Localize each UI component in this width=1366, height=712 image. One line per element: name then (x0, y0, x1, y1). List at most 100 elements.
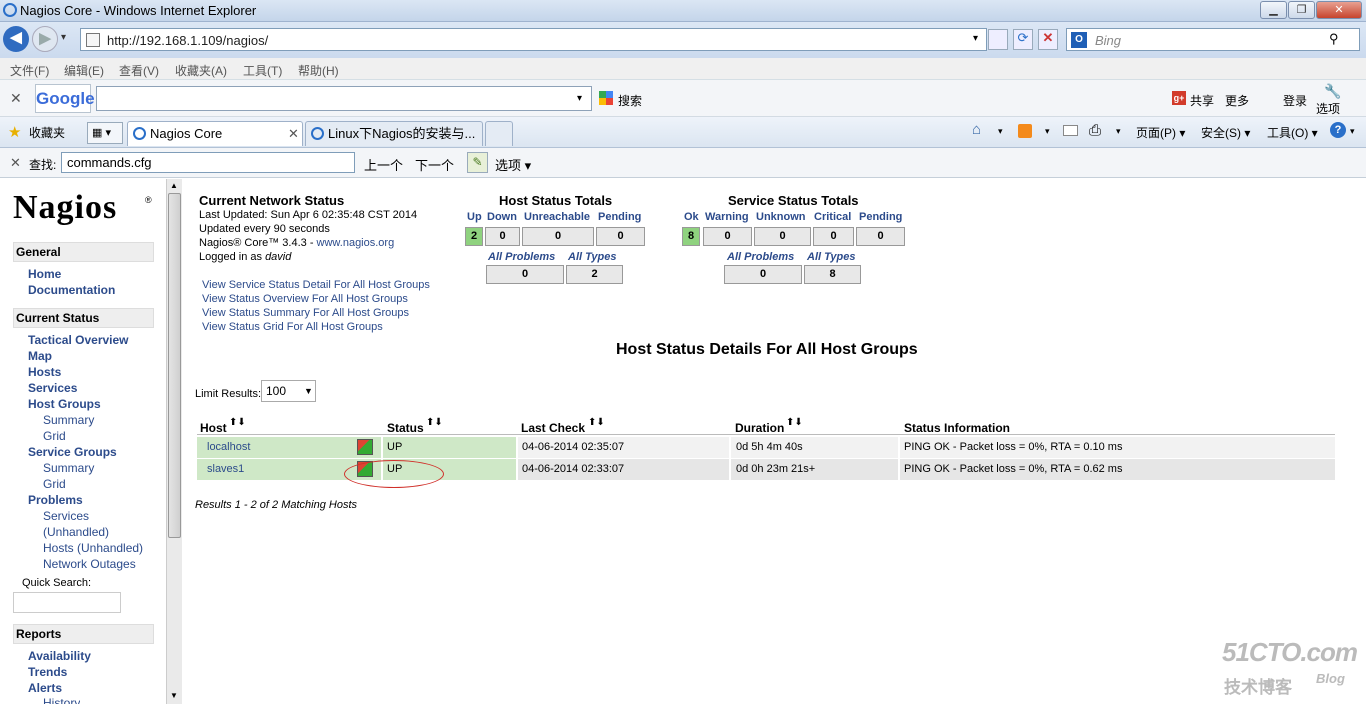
refresh-icon[interactable]: ⟳ (1013, 29, 1033, 50)
host-unreachable-count[interactable]: 0 (522, 227, 594, 246)
link-status-overview[interactable]: View Status Overview For All Host Groups (202, 293, 408, 305)
host-up-label[interactable]: Up (467, 211, 482, 223)
share-button[interactable]: 共享 (1190, 92, 1214, 109)
sort-arrows-icon[interactable]: ⬆⬇ (229, 417, 246, 428)
nav-alerts[interactable]: Alerts (28, 681, 62, 695)
host-pending-label[interactable]: Pending (598, 211, 641, 223)
limit-results-select[interactable]: 100 ▼ (261, 380, 316, 402)
nav-documentation[interactable]: Documentation (28, 283, 115, 297)
service-all-types-label[interactable]: All Types (807, 251, 856, 263)
service-warning-label[interactable]: Warning (705, 211, 749, 223)
link-status-summary[interactable]: View Status Summary For All Host Groups (202, 307, 409, 319)
favorites-button[interactable]: 收藏夹 (29, 124, 65, 141)
close-find-icon[interactable]: ✕ (10, 155, 21, 171)
find-input[interactable]: commands.cfg (61, 152, 355, 173)
host-pending-count[interactable]: 0 (596, 227, 645, 246)
host-link[interactable]: slaves1 (207, 463, 244, 475)
nav-service-groups[interactable]: Service Groups (28, 445, 117, 459)
host-all-problems-count[interactable]: 0 (486, 265, 564, 284)
service-warning-count[interactable]: 0 (703, 227, 752, 246)
google-search-button[interactable]: 搜索 (618, 92, 642, 109)
tab-nagios-core[interactable]: Nagios Core ✕ (127, 121, 303, 146)
service-critical-count[interactable]: 0 (813, 227, 854, 246)
service-pending-label[interactable]: Pending (859, 211, 902, 223)
more-button[interactable]: 更多 (1225, 92, 1249, 109)
close-window-button[interactable]: ✕ (1316, 1, 1362, 19)
history-dropdown-icon[interactable]: ▾ (61, 32, 66, 43)
nav-host-groups-grid[interactable]: Grid (43, 429, 66, 443)
help-icon[interactable]: ? (1330, 122, 1346, 138)
find-prev-button[interactable]: 上一个 (364, 155, 403, 174)
compat-view-icon[interactable] (988, 29, 1008, 50)
nav-problems-unhandled[interactable]: (Unhandled) (43, 525, 109, 539)
google-search-input[interactable]: ▾ (96, 86, 592, 111)
nav-problems-services[interactable]: Services (43, 509, 89, 523)
nav-map[interactable]: Map (28, 349, 52, 363)
mail-icon[interactable] (1063, 125, 1078, 136)
nav-trends[interactable]: Trends (28, 665, 67, 679)
link-status-grid[interactable]: View Status Grid For All Host Groups (202, 321, 383, 333)
service-ok-label[interactable]: Ok (684, 211, 699, 223)
scroll-down-icon[interactable]: ▼ (170, 691, 178, 700)
tools-menu[interactable]: 工具(O) ▾ (1267, 124, 1318, 141)
nav-service-groups-grid[interactable]: Grid (43, 477, 66, 491)
host-all-problems-label[interactable]: All Problems (488, 251, 555, 263)
host-up-count[interactable]: 2 (465, 227, 483, 246)
nagios-org-link[interactable]: www.nagios.org (317, 237, 395, 249)
print-icon[interactable]: ⎙ (1089, 122, 1101, 139)
nav-availability[interactable]: Availability (28, 649, 91, 663)
home-icon[interactable]: ⌂ (972, 121, 981, 138)
bing-search-input[interactable]: O Bing ⚲ (1066, 28, 1360, 51)
tab-linux-nagios[interactable]: Linux下Nagios的安装与... (305, 121, 483, 146)
highlight-icon[interactable]: ✎ (467, 152, 488, 173)
service-pending-count[interactable]: 0 (856, 227, 905, 246)
nav-hosts[interactable]: Hosts (28, 365, 61, 379)
nav-host-groups-summary[interactable]: Summary (43, 413, 94, 427)
close-toolbar-icon[interactable]: ✕ (10, 90, 22, 107)
google-logo[interactable]: Google (35, 84, 95, 113)
menu-help[interactable]: 帮助(H) (298, 62, 339, 79)
login-button[interactable]: 登录 (1283, 92, 1307, 109)
rss-dropdown-icon[interactable]: ▾ (1045, 126, 1050, 137)
host-unreachable-label[interactable]: Unreachable (524, 211, 590, 223)
menu-tools[interactable]: 工具(T) (243, 62, 282, 79)
menu-edit[interactable]: 编辑(E) (64, 62, 104, 79)
print-dropdown-icon[interactable]: ▾ (1116, 126, 1121, 137)
link-service-detail[interactable]: View Service Status Detail For All Host … (202, 279, 430, 291)
quick-search-input[interactable] (13, 592, 121, 613)
find-options-button[interactable]: 选项 ▾ (495, 155, 531, 174)
sort-arrows-icon[interactable]: ⬆⬇ (588, 417, 605, 428)
sort-arrows-icon[interactable]: ⬆⬇ (786, 417, 803, 428)
sort-arrows-icon[interactable]: ⬆⬇ (426, 417, 443, 428)
maximize-button[interactable]: ❐ (1288, 1, 1315, 19)
scroll-thumb[interactable] (168, 193, 181, 538)
nav-network-outages[interactable]: Network Outages (43, 557, 136, 571)
search-icon[interactable]: ⚲ (1329, 31, 1339, 47)
service-all-problems-label[interactable]: All Problems (727, 251, 794, 263)
menu-view[interactable]: 查看(V) (119, 62, 159, 79)
safety-menu[interactable]: 安全(S) ▾ (1201, 124, 1250, 141)
host-down-label[interactable]: Down (487, 211, 517, 223)
nav-host-groups[interactable]: Host Groups (28, 397, 101, 411)
nav-tactical-overview[interactable]: Tactical Overview (28, 333, 129, 347)
options-button[interactable]: 选项 (1316, 100, 1340, 117)
sidebar-scrollbar[interactable]: ▲ ▼ (166, 179, 182, 704)
host-all-types-label[interactable]: All Types (568, 251, 617, 263)
nav-home[interactable]: Home (28, 267, 61, 281)
host-all-types-count[interactable]: 2 (566, 265, 623, 284)
host-link[interactable]: localhost (207, 441, 250, 453)
nav-services[interactable]: Services (28, 381, 77, 395)
menu-favorites[interactable]: 收藏夹(A) (175, 62, 227, 79)
scroll-up-icon[interactable]: ▲ (170, 181, 178, 190)
service-unknown-label[interactable]: Unknown (756, 211, 806, 223)
host-status-icon[interactable] (357, 439, 373, 455)
menu-file[interactable]: 文件(F) (10, 62, 49, 79)
rss-icon[interactable] (1018, 124, 1032, 138)
minimize-button[interactable]: ▁ (1260, 1, 1287, 19)
address-dropdown-icon[interactable]: ▾ (973, 33, 978, 44)
nav-service-groups-summary[interactable]: Summary (43, 461, 94, 475)
service-ok-count[interactable]: 8 (682, 227, 700, 246)
google-dropdown-icon[interactable]: ▾ (577, 93, 582, 104)
find-next-button[interactable]: 下一个 (415, 155, 454, 174)
host-down-count[interactable]: 0 (485, 227, 520, 246)
